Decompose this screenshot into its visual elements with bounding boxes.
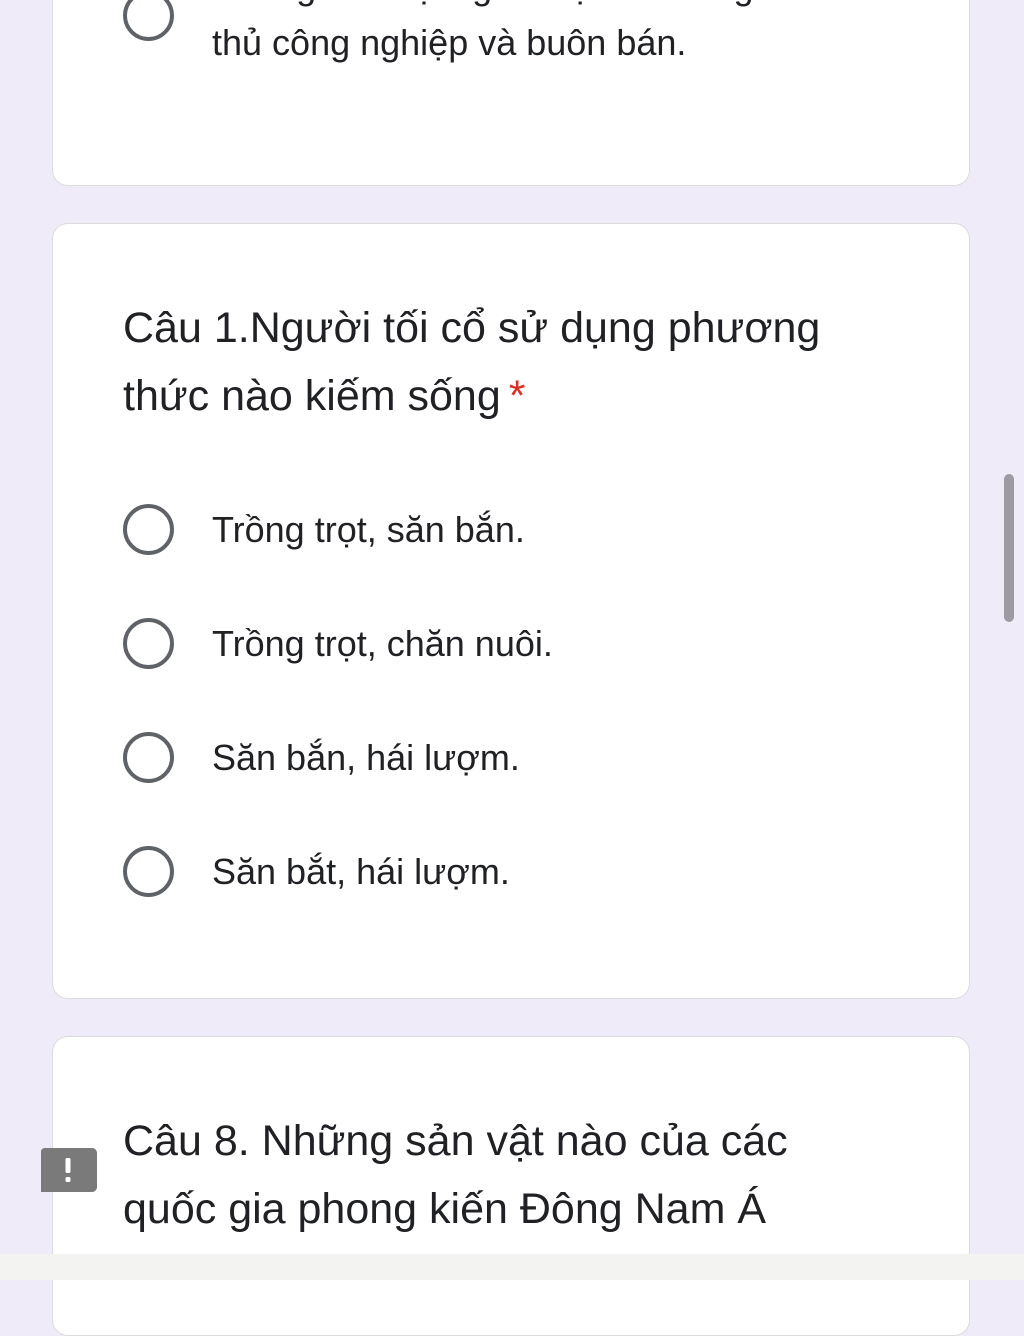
radio-unchecked-icon[interactable]: [123, 846, 174, 897]
prev-option[interactable]: Không đem lại nguồn lợi lớn bằng thủ côn…: [123, 0, 929, 71]
question-title-text: Câu 1.Người tối cổ sử dụng phương thức n…: [123, 304, 821, 420]
radio-unchecked-icon[interactable]: [123, 732, 174, 783]
option-label: Săn bắt, hái lượm.: [212, 850, 510, 892]
question-card-1: Câu 1.Người tối cổ sử dụng phương thức n…: [52, 223, 970, 999]
bottom-bar: [0, 1254, 1024, 1280]
prev-option-label: Không đem lại nguồn lợi lớn bằng thủ côn…: [212, 0, 754, 63]
question-title: Câu 1.Người tối cổ sử dụng phương thức n…: [123, 294, 909, 430]
option-label: Trồng trọt, săn bắn.: [212, 508, 525, 550]
radio-unchecked-icon[interactable]: [123, 504, 174, 555]
scrollbar-thumb[interactable]: [1004, 474, 1014, 622]
exclamation-badge-icon[interactable]: [39, 1148, 97, 1192]
option-2[interactable]: Trồng trọt, chăn nuôi.: [123, 618, 929, 669]
question-title: Câu 8. Những sản vật nào của các quốc gi…: [123, 1117, 788, 1233]
previous-question-card: Không đem lại nguồn lợi lớn bằng thủ côn…: [52, 0, 970, 186]
option-3[interactable]: Săn bắn, hái lượm.: [123, 732, 929, 783]
option-label: Săn bắn, hái lượm.: [212, 736, 520, 778]
required-asterisk: *: [508, 372, 526, 420]
radio-unchecked-icon[interactable]: [123, 0, 174, 41]
option-1[interactable]: Trồng trọt, săn bắn.: [123, 504, 929, 555]
question-card-8: Câu 8. Những sản vật nào của các quốc gi…: [52, 1036, 970, 1336]
option-label: Trồng trọt, chăn nuôi.: [212, 622, 553, 664]
radio-unchecked-icon[interactable]: [123, 618, 174, 669]
option-4[interactable]: Săn bắt, hái lượm.: [123, 846, 929, 897]
